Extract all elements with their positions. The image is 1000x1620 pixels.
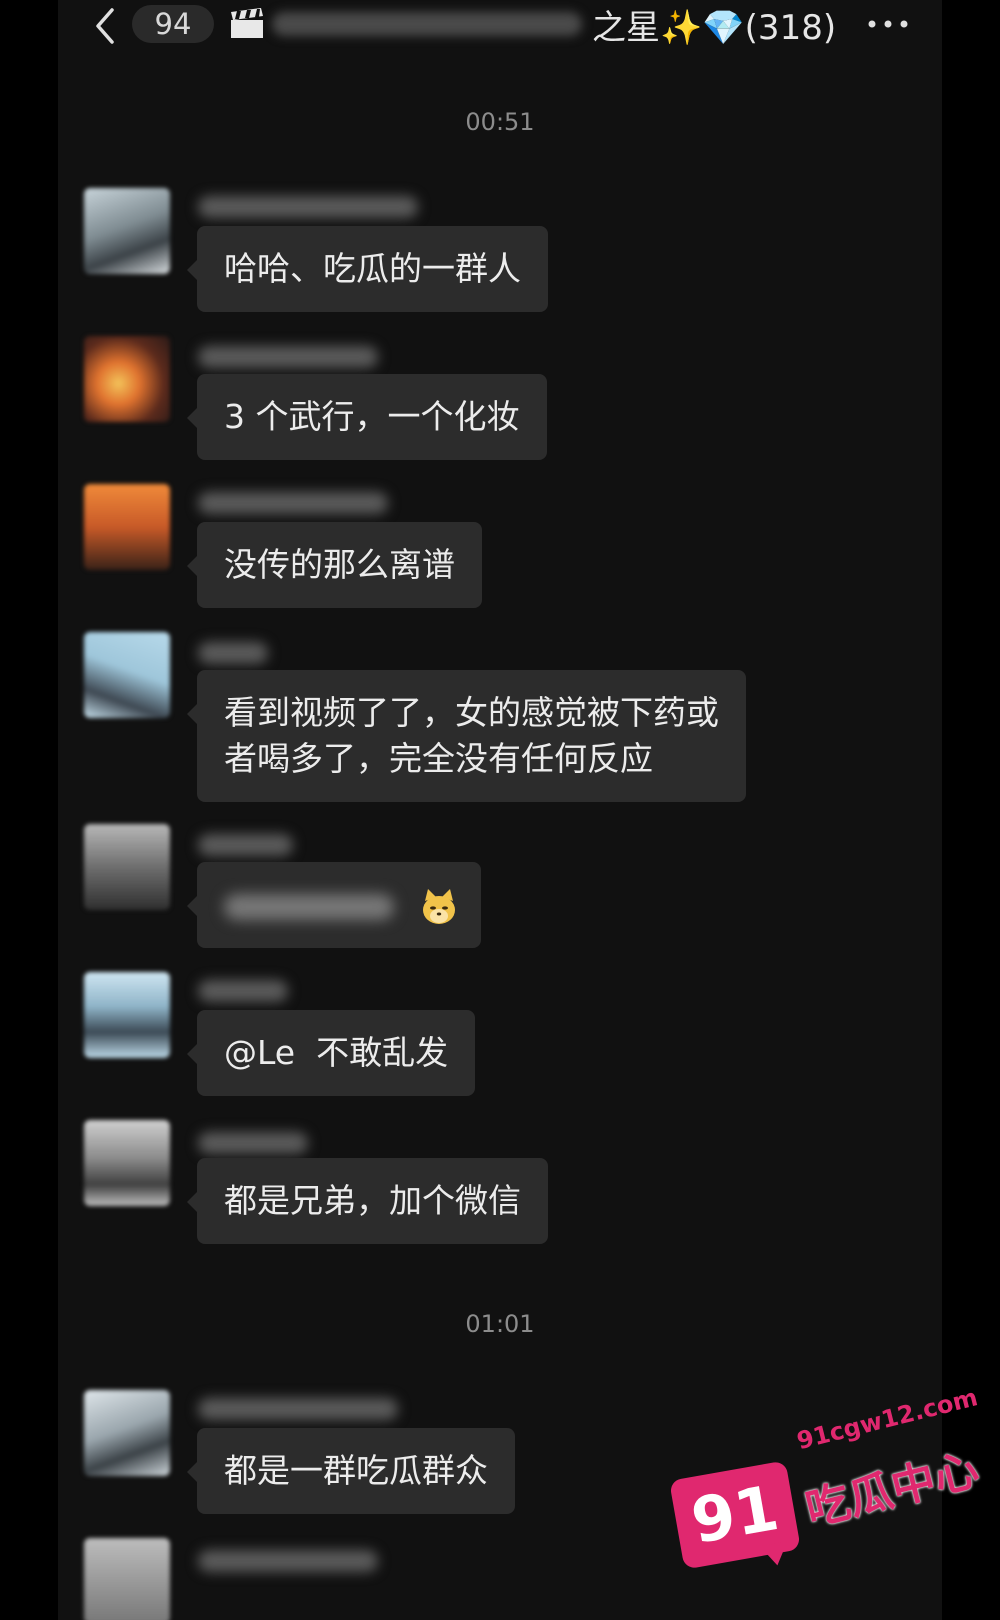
message-text-line: 看到视频了了，女的感觉被下药或 [224,693,719,732]
avatar[interactable] [84,632,170,718]
back-button[interactable] [88,4,122,48]
message-text-redacted [224,893,394,920]
more-options-button[interactable] [864,10,912,38]
message-bubble[interactable]: @Le 不敢乱发 [186,1010,476,1096]
avatar[interactable] [84,1390,170,1476]
sender-name-redacted [198,196,418,218]
sender-name-redacted [198,492,388,514]
more-dots-icon [868,20,908,28]
avatar[interactable] [84,188,170,274]
avatar[interactable] [84,336,170,422]
unread-count-badge: 94 [132,5,214,43]
message-text: 都是兄弟，加个微信 [224,1181,521,1220]
message-bubble[interactable]: 看到视频了了，女的感觉被下药或 者喝多了，完全没有任何反应 [187,670,746,802]
doge-cat-icon [419,887,459,927]
message-bubble[interactable]: 哈哈、吃瓜的一群人 [187,226,548,312]
sender-name-redacted [198,1398,398,1420]
message-bubble[interactable]: 都是一群吃瓜群众 [187,1428,515,1514]
title-redacted [272,12,582,36]
timestamp: 00:51 [465,108,535,136]
message-bubble[interactable]: 没传的那么离谱 [187,522,482,608]
chevron-left-icon [96,8,114,44]
chat-title[interactable]: 之星✨💎(318) [228,0,836,48]
sender-name-redacted [198,642,268,664]
avatar[interactable] [84,1120,170,1206]
timestamp: 01:01 [465,1310,535,1338]
avatar[interactable] [84,824,170,910]
sender-name-redacted [198,1550,378,1572]
avatar[interactable] [84,484,170,570]
sender-name-redacted [198,834,293,856]
message-text: 没传的那么离谱 [224,545,455,584]
avatar[interactable] [84,972,170,1058]
message-bubble[interactable]: 都是兄弟，加个微信 [187,1158,548,1244]
sender-name-redacted [198,1132,308,1154]
watermark-badge: 91 [669,1460,801,1570]
message-text: 3 个武行，一个化妆 [224,397,520,436]
chat-title-text: 之星✨💎(318) [592,7,837,48]
message-text-line: 者喝多了，完全没有任何反应 [224,739,653,778]
clapperboard-icon [231,8,263,38]
watermark-logo: 91 91cgw12.com 吃瓜中心 [669,1383,984,1600]
message-text: @Le 不敢乱发 [224,1033,449,1072]
message-text: 哈哈、吃瓜的一群人 [224,249,521,288]
message-bubble[interactable] [187,862,481,948]
message-bubble[interactable]: 3 个武行，一个化妆 [187,374,547,460]
watermark-number: 91 [686,1471,784,1558]
watermark-name: 吃瓜中心 [800,1444,984,1537]
avatar[interactable] [84,1538,170,1620]
chat-screen: 94 之星✨💎(318) 00:51 哈哈、吃瓜的一群人 3 个武行，一个化妆 … [58,0,942,1620]
chat-header: 94 之星✨💎(318) [58,0,942,60]
sender-name-redacted [198,980,288,1002]
sender-name-redacted [198,346,378,368]
message-text: 都是一群吃瓜群众 [224,1451,488,1490]
